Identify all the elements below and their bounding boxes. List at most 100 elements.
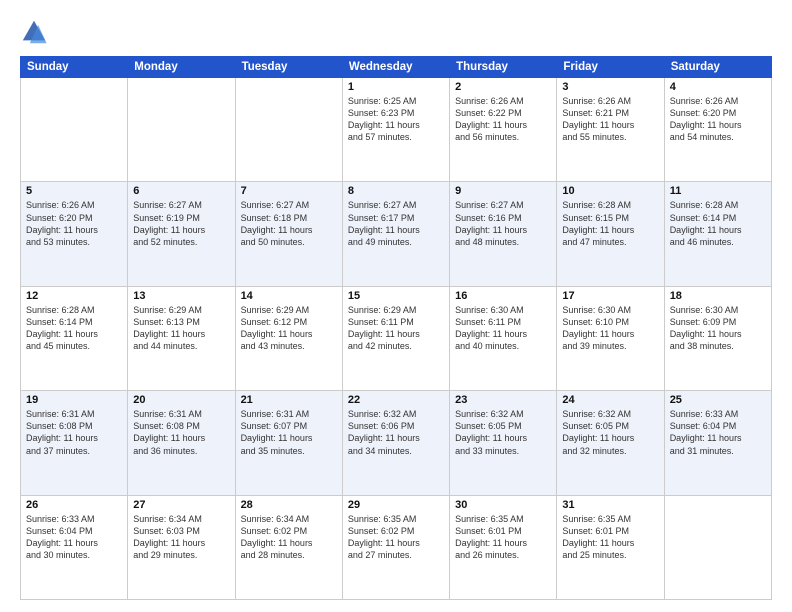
calendar-cell xyxy=(21,78,128,182)
day-info: Sunrise: 6:35 AM Sunset: 6:01 PM Dayligh… xyxy=(455,513,551,562)
calendar-cell: 21 Sunrise: 6:31 AM Sunset: 6:07 PM Dayli… xyxy=(235,391,342,495)
day-info: Sunrise: 6:27 AM Sunset: 6:18 PM Dayligh… xyxy=(241,199,337,248)
day-number: 21 xyxy=(241,394,337,406)
calendar-cell: 26 Sunrise: 6:33 AM Sunset: 6:04 PM Dayli… xyxy=(21,495,128,599)
day-number: 12 xyxy=(26,290,122,302)
calendar-cell: 9Sunrise: 6:27 AM Sunset: 6:16 PM Daylig… xyxy=(450,182,557,286)
calendar-header: SundayMondayTuesdayWednesdayThursdayFrid… xyxy=(21,57,772,78)
header-day: Friday xyxy=(557,57,664,78)
day-number: 23 xyxy=(455,394,551,406)
day-number: 28 xyxy=(241,499,337,511)
day-info: Sunrise: 6:32 AM Sunset: 6:06 PM Dayligh… xyxy=(348,408,444,457)
day-info: Sunrise: 6:29 AM Sunset: 6:12 PM Dayligh… xyxy=(241,304,337,353)
calendar-cell: 14 Sunrise: 6:29 AM Sunset: 6:12 PM Dayli… xyxy=(235,286,342,390)
day-info: Sunrise: 6:26 AM Sunset: 6:20 PM Dayligh… xyxy=(670,95,766,144)
day-number: 31 xyxy=(562,499,658,511)
calendar-cell: 17 Sunrise: 6:30 AM Sunset: 6:10 PM Dayli… xyxy=(557,286,664,390)
day-info: Sunrise: 6:34 AM Sunset: 6:02 PM Dayligh… xyxy=(241,513,337,562)
calendar-cell: 8 Sunrise: 6:27 AM Sunset: 6:17 PM Daylig… xyxy=(342,182,449,286)
logo-icon xyxy=(20,18,48,46)
logo xyxy=(20,18,52,46)
day-info: Sunrise: 6:31 AM Sunset: 6:07 PM Dayligh… xyxy=(241,408,337,457)
header-day: Monday xyxy=(128,57,235,78)
calendar-week: 26 Sunrise: 6:33 AM Sunset: 6:04 PM Dayli… xyxy=(21,495,772,599)
calendar-cell: 18 Sunrise: 6:30 AM Sunset: 6:09 PM Dayli… xyxy=(664,286,771,390)
calendar-cell: 3 Sunrise: 6:26 AM Sunset: 6:21 PM Daylig… xyxy=(557,78,664,182)
day-info: Sunrise: 6:28 AM Sunset: 6:15 PM Dayligh… xyxy=(562,199,658,248)
calendar-cell: 4 Sunrise: 6:26 AM Sunset: 6:20 PM Daylig… xyxy=(664,78,771,182)
calendar-cell: 23 Sunrise: 6:32 AM Sunset: 6:05 PM Dayli… xyxy=(450,391,557,495)
day-number: 15 xyxy=(348,290,444,302)
day-number: 17 xyxy=(562,290,658,302)
calendar-cell: 27 Sunrise: 6:34 AM Sunset: 6:03 PM Dayli… xyxy=(128,495,235,599)
day-info: Sunrise: 6:26 AM Sunset: 6:22 PM Dayligh… xyxy=(455,95,551,144)
day-number: 8 xyxy=(348,185,444,197)
calendar-cell: 16 Sunrise: 6:30 AM Sunset: 6:11 PM Dayli… xyxy=(450,286,557,390)
day-info: Sunrise: 6:35 AM Sunset: 6:01 PM Dayligh… xyxy=(562,513,658,562)
day-info: Sunrise: 6:31 AM Sunset: 6:08 PM Dayligh… xyxy=(133,408,229,457)
header-day: Tuesday xyxy=(235,57,342,78)
day-info: Sunrise: 6:35 AM Sunset: 6:02 PM Dayligh… xyxy=(348,513,444,562)
day-info: Sunrise: 6:25 AM Sunset: 6:23 PM Dayligh… xyxy=(348,95,444,144)
day-number: 13 xyxy=(133,290,229,302)
day-info: Sunrise: 6:34 AM Sunset: 6:03 PM Dayligh… xyxy=(133,513,229,562)
day-info: Sunrise: 6:30 AM Sunset: 6:10 PM Dayligh… xyxy=(562,304,658,353)
header-row-days: SundayMondayTuesdayWednesdayThursdayFrid… xyxy=(21,57,772,78)
calendar-cell: 22Sunrise: 6:32 AM Sunset: 6:06 PM Dayli… xyxy=(342,391,449,495)
day-number: 26 xyxy=(26,499,122,511)
calendar-table: SundayMondayTuesdayWednesdayThursdayFrid… xyxy=(20,56,772,600)
day-number: 7 xyxy=(241,185,337,197)
calendar-cell: 29Sunrise: 6:35 AM Sunset: 6:02 PM Dayli… xyxy=(342,495,449,599)
day-number: 10 xyxy=(562,185,658,197)
calendar-cell: 7 Sunrise: 6:27 AM Sunset: 6:18 PM Daylig… xyxy=(235,182,342,286)
day-number: 27 xyxy=(133,499,229,511)
header-day: Sunday xyxy=(21,57,128,78)
header-row xyxy=(20,18,772,46)
day-info: Sunrise: 6:27 AM Sunset: 6:17 PM Dayligh… xyxy=(348,199,444,248)
calendar-cell: 15 Sunrise: 6:29 AM Sunset: 6:11 PM Dayli… xyxy=(342,286,449,390)
day-number: 30 xyxy=(455,499,551,511)
day-info: Sunrise: 6:30 AM Sunset: 6:11 PM Dayligh… xyxy=(455,304,551,353)
calendar-cell: 19Sunrise: 6:31 AM Sunset: 6:08 PM Dayli… xyxy=(21,391,128,495)
calendar-cell: 11Sunrise: 6:28 AM Sunset: 6:14 PM Dayli… xyxy=(664,182,771,286)
calendar-cell: 6Sunrise: 6:27 AM Sunset: 6:19 PM Daylig… xyxy=(128,182,235,286)
day-info: Sunrise: 6:32 AM Sunset: 6:05 PM Dayligh… xyxy=(562,408,658,457)
day-number: 18 xyxy=(670,290,766,302)
calendar-cell: 24 Sunrise: 6:32 AM Sunset: 6:05 PM Dayli… xyxy=(557,391,664,495)
day-number: 1 xyxy=(348,81,444,93)
calendar-cell xyxy=(128,78,235,182)
calendar-week: 12 Sunrise: 6:28 AM Sunset: 6:14 PM Dayli… xyxy=(21,286,772,390)
day-info: Sunrise: 6:28 AM Sunset: 6:14 PM Dayligh… xyxy=(26,304,122,353)
day-number: 24 xyxy=(562,394,658,406)
calendar-cell: 31 Sunrise: 6:35 AM Sunset: 6:01 PM Dayli… xyxy=(557,495,664,599)
day-number: 2 xyxy=(455,81,551,93)
day-info: Sunrise: 6:30 AM Sunset: 6:09 PM Dayligh… xyxy=(670,304,766,353)
day-number: 25 xyxy=(670,394,766,406)
header-day: Saturday xyxy=(664,57,771,78)
day-info: Sunrise: 6:33 AM Sunset: 6:04 PM Dayligh… xyxy=(670,408,766,457)
calendar-cell xyxy=(664,495,771,599)
calendar-cell: 28 Sunrise: 6:34 AM Sunset: 6:02 PM Dayli… xyxy=(235,495,342,599)
calendar-cell: 12 Sunrise: 6:28 AM Sunset: 6:14 PM Dayli… xyxy=(21,286,128,390)
day-number: 9 xyxy=(455,185,551,197)
day-info: Sunrise: 6:29 AM Sunset: 6:13 PM Dayligh… xyxy=(133,304,229,353)
day-info: Sunrise: 6:28 AM Sunset: 6:14 PM Dayligh… xyxy=(670,199,766,248)
day-number: 16 xyxy=(455,290,551,302)
day-info: Sunrise: 6:33 AM Sunset: 6:04 PM Dayligh… xyxy=(26,513,122,562)
calendar-week: 5 Sunrise: 6:26 AM Sunset: 6:20 PM Daylig… xyxy=(21,182,772,286)
day-number: 5 xyxy=(26,185,122,197)
day-info: Sunrise: 6:29 AM Sunset: 6:11 PM Dayligh… xyxy=(348,304,444,353)
calendar-week: 1 Sunrise: 6:25 AM Sunset: 6:23 PM Daylig… xyxy=(21,78,772,182)
day-info: Sunrise: 6:26 AM Sunset: 6:21 PM Dayligh… xyxy=(562,95,658,144)
calendar-cell: 2 Sunrise: 6:26 AM Sunset: 6:22 PM Daylig… xyxy=(450,78,557,182)
day-info: Sunrise: 6:32 AM Sunset: 6:05 PM Dayligh… xyxy=(455,408,551,457)
calendar-cell: 25 Sunrise: 6:33 AM Sunset: 6:04 PM Dayli… xyxy=(664,391,771,495)
day-number: 3 xyxy=(562,81,658,93)
header-day: Wednesday xyxy=(342,57,449,78)
day-info: Sunrise: 6:26 AM Sunset: 6:20 PM Dayligh… xyxy=(26,199,122,248)
day-number: 14 xyxy=(241,290,337,302)
day-info: Sunrise: 6:31 AM Sunset: 6:08 PM Dayligh… xyxy=(26,408,122,457)
header-day: Thursday xyxy=(450,57,557,78)
day-number: 4 xyxy=(670,81,766,93)
calendar-cell: 30 Sunrise: 6:35 AM Sunset: 6:01 PM Dayli… xyxy=(450,495,557,599)
